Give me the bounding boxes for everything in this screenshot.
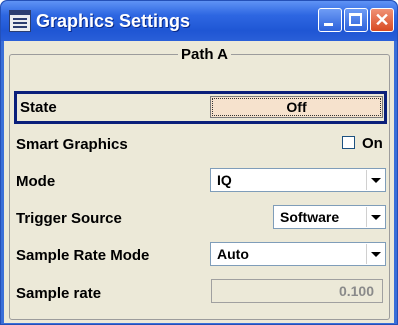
maximize-icon [349,13,362,26]
window-app-icon[interactable] [9,10,31,32]
smart-graphics-row: Smart Graphics On [12,129,387,159]
chevron-down-icon[interactable] [366,170,384,190]
mode-label: Mode [16,173,56,190]
sample-rate-mode-label: Sample Rate Mode [16,247,150,264]
maximize-button[interactable] [344,8,368,32]
smart-graphics-checkbox[interactable] [342,136,355,149]
minimize-button[interactable] [318,8,342,32]
group-title: Path A [178,46,231,63]
dialog-client-area: Path A State Off Smart Graphics On Mode … [4,41,394,323]
sample-rate-label: Sample rate [16,285,102,302]
state-row: State Off [14,91,387,124]
smart-graphics-label: Smart Graphics [16,136,128,153]
minimize-icon [324,23,333,26]
sample-rate-mode-value: Auto [217,246,249,262]
trigger-source-select[interactable]: Software [273,205,386,229]
chevron-down-icon[interactable] [366,207,384,227]
mode-value: IQ [217,172,232,188]
sample-rate-value: 0.100 [338,283,374,299]
state-toggle-button[interactable]: Off [210,96,383,118]
trigger-source-value: Software [280,209,340,225]
trigger-source-label: Trigger Source [16,210,122,227]
trigger-source-row: Trigger Source Software [12,203,387,233]
mode-select[interactable]: IQ [210,168,386,192]
state-label: State [20,99,57,116]
close-icon: ✕ [374,10,390,30]
sample-rate-row: Sample rate 0.100 [12,278,387,308]
window-title: Graphics Settings [36,11,191,31]
mode-row: Mode IQ [12,166,387,196]
close-button[interactable]: ✕ [370,8,394,32]
sample-rate-field: 0.100 [211,279,383,303]
chevron-down-icon[interactable] [366,244,384,264]
sample-rate-mode-row: Sample Rate Mode Auto [12,240,387,270]
graphics-settings-window: Graphics Settings ✕ Path A State Off Sma… [0,0,398,325]
sample-rate-mode-select[interactable]: Auto [210,242,386,266]
smart-graphics-on-label[interactable]: On [362,135,383,152]
title-bar[interactable]: Graphics Settings ✕ [1,1,397,41]
